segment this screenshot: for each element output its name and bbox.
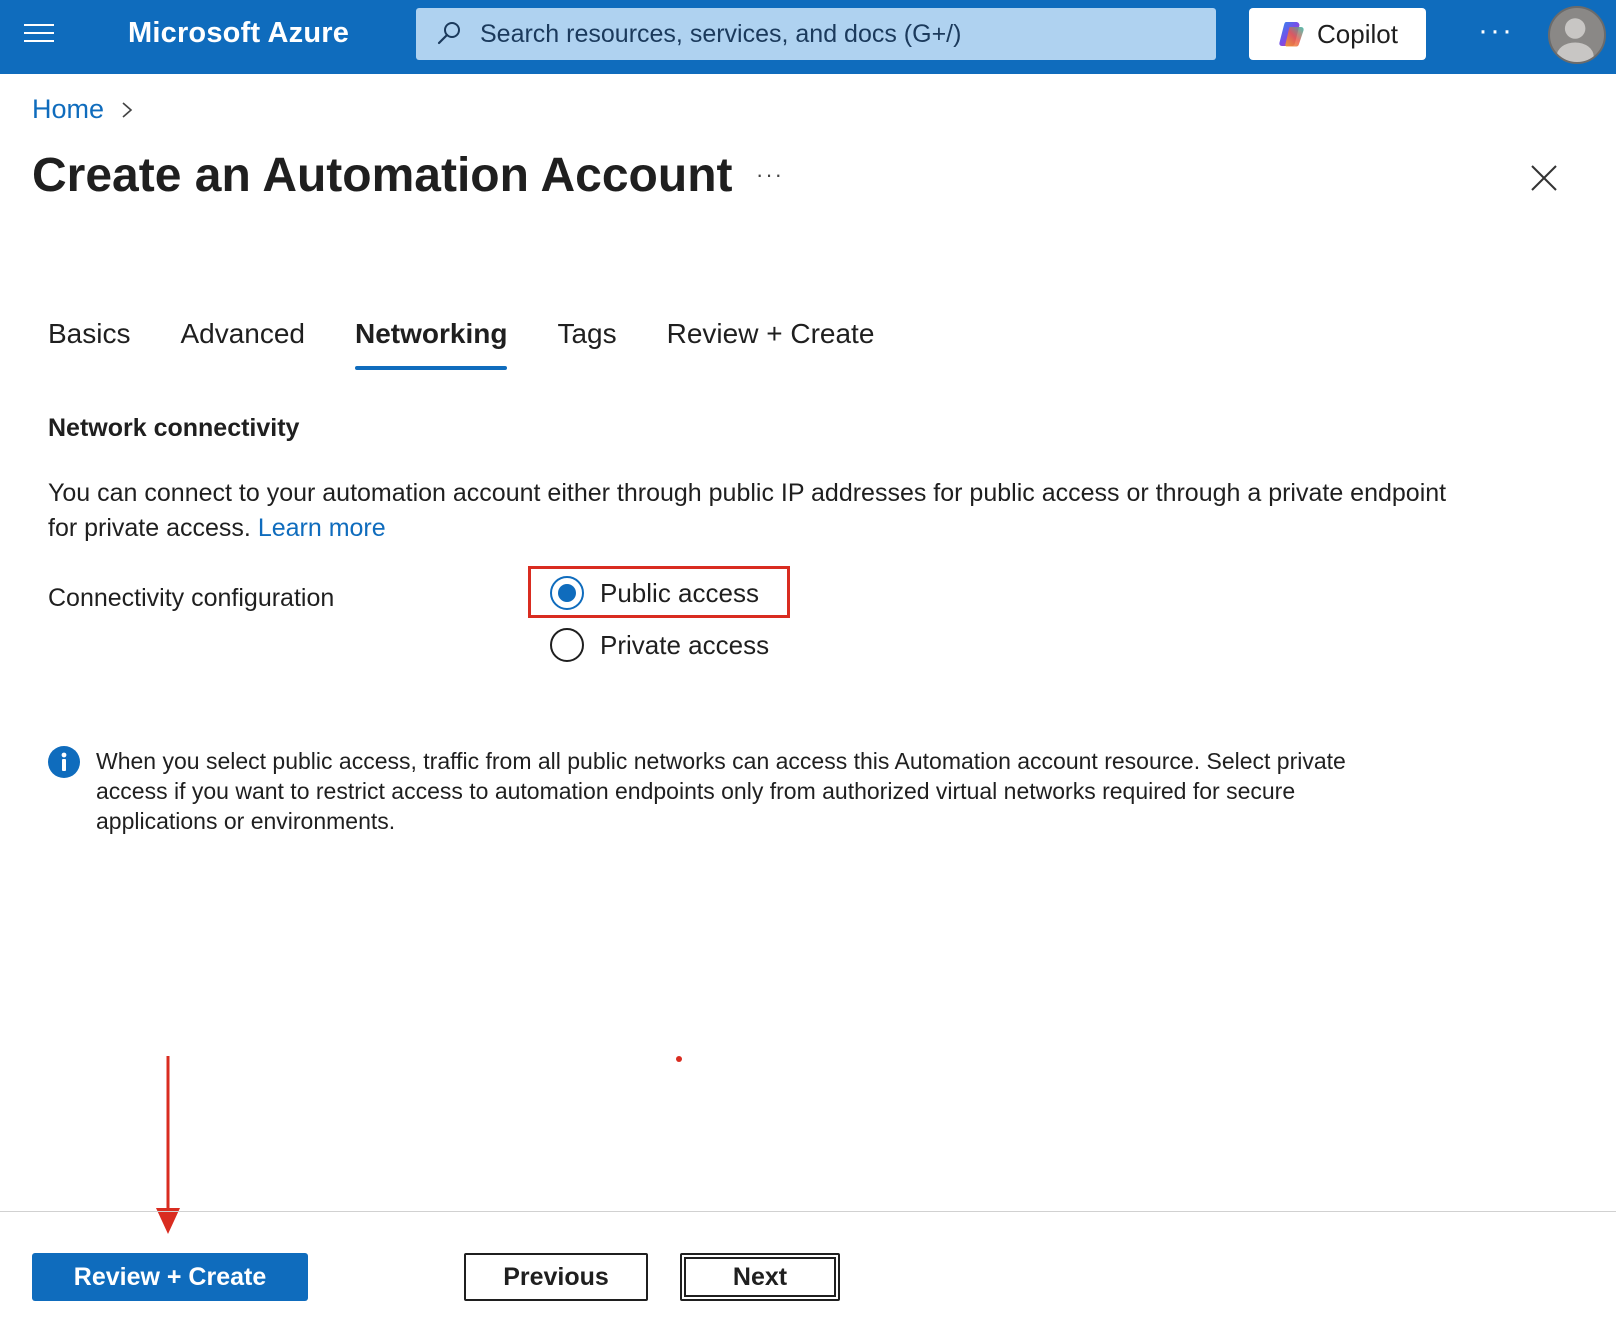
next-button[interactable]: Next [680,1253,840,1301]
section-heading: Network connectivity [48,414,300,442]
tab-review-create[interactable]: Review + Create [667,318,875,368]
info-message: When you select public access, traffic f… [48,746,1408,836]
radio-public-access[interactable]: Public access [550,576,759,610]
tab-tags[interactable]: Tags [557,318,616,368]
footer-divider [0,1211,1616,1212]
close-icon[interactable] [1526,160,1562,196]
search-input[interactable] [478,18,1182,50]
radio-button-checked[interactable] [550,576,584,610]
previous-button[interactable]: Previous [464,1253,648,1301]
search-icon [437,22,460,45]
title-more-options-icon[interactable]: ··· [756,162,784,188]
user-avatar-icon [1556,18,1594,62]
more-options-icon[interactable]: ··· [1478,14,1514,48]
copilot-label: Copilot [1317,18,1398,49]
radio-button-unchecked[interactable] [550,628,584,662]
chevron-right-icon [122,101,133,118]
tab-advanced[interactable]: Advanced [180,318,305,368]
radio-dot [558,584,576,602]
info-icon [48,746,80,778]
learn-more-link[interactable]: Learn more [258,514,386,542]
page-title: Create an Automation Account [32,149,733,202]
breadcrumb-home-link[interactable]: Home [32,94,104,125]
radio-label-public: Public access [600,577,759,608]
connectivity-configuration-label: Connectivity configuration [48,584,335,612]
breadcrumb: Home [32,94,134,125]
copilot-button[interactable]: Copilot [1249,8,1426,60]
brand-title[interactable]: Microsoft Azure [128,17,349,50]
radio-label-private: Private access [600,629,770,660]
top-navigation-bar: Microsoft Azure Copilot ··· [0,0,1616,74]
copilot-icon [1279,22,1304,47]
annotation-arrow-down-icon [156,1056,180,1234]
search-box[interactable] [416,8,1216,60]
tab-basics[interactable]: Basics [48,318,130,368]
tab-networking[interactable]: Networking [355,318,508,370]
hamburger-menu-icon[interactable] [24,24,54,48]
info-text: When you select public access, traffic f… [96,748,1346,834]
radio-private-access[interactable]: Private access [550,628,769,662]
wizard-tabs: Basics Advanced Networking Tags Review +… [48,318,924,370]
network-description: You can connect to your automation accou… [48,476,1468,546]
annotation-dot [676,1056,682,1062]
review-create-button[interactable]: Review + Create [32,1253,308,1301]
avatar[interactable] [1548,6,1606,64]
